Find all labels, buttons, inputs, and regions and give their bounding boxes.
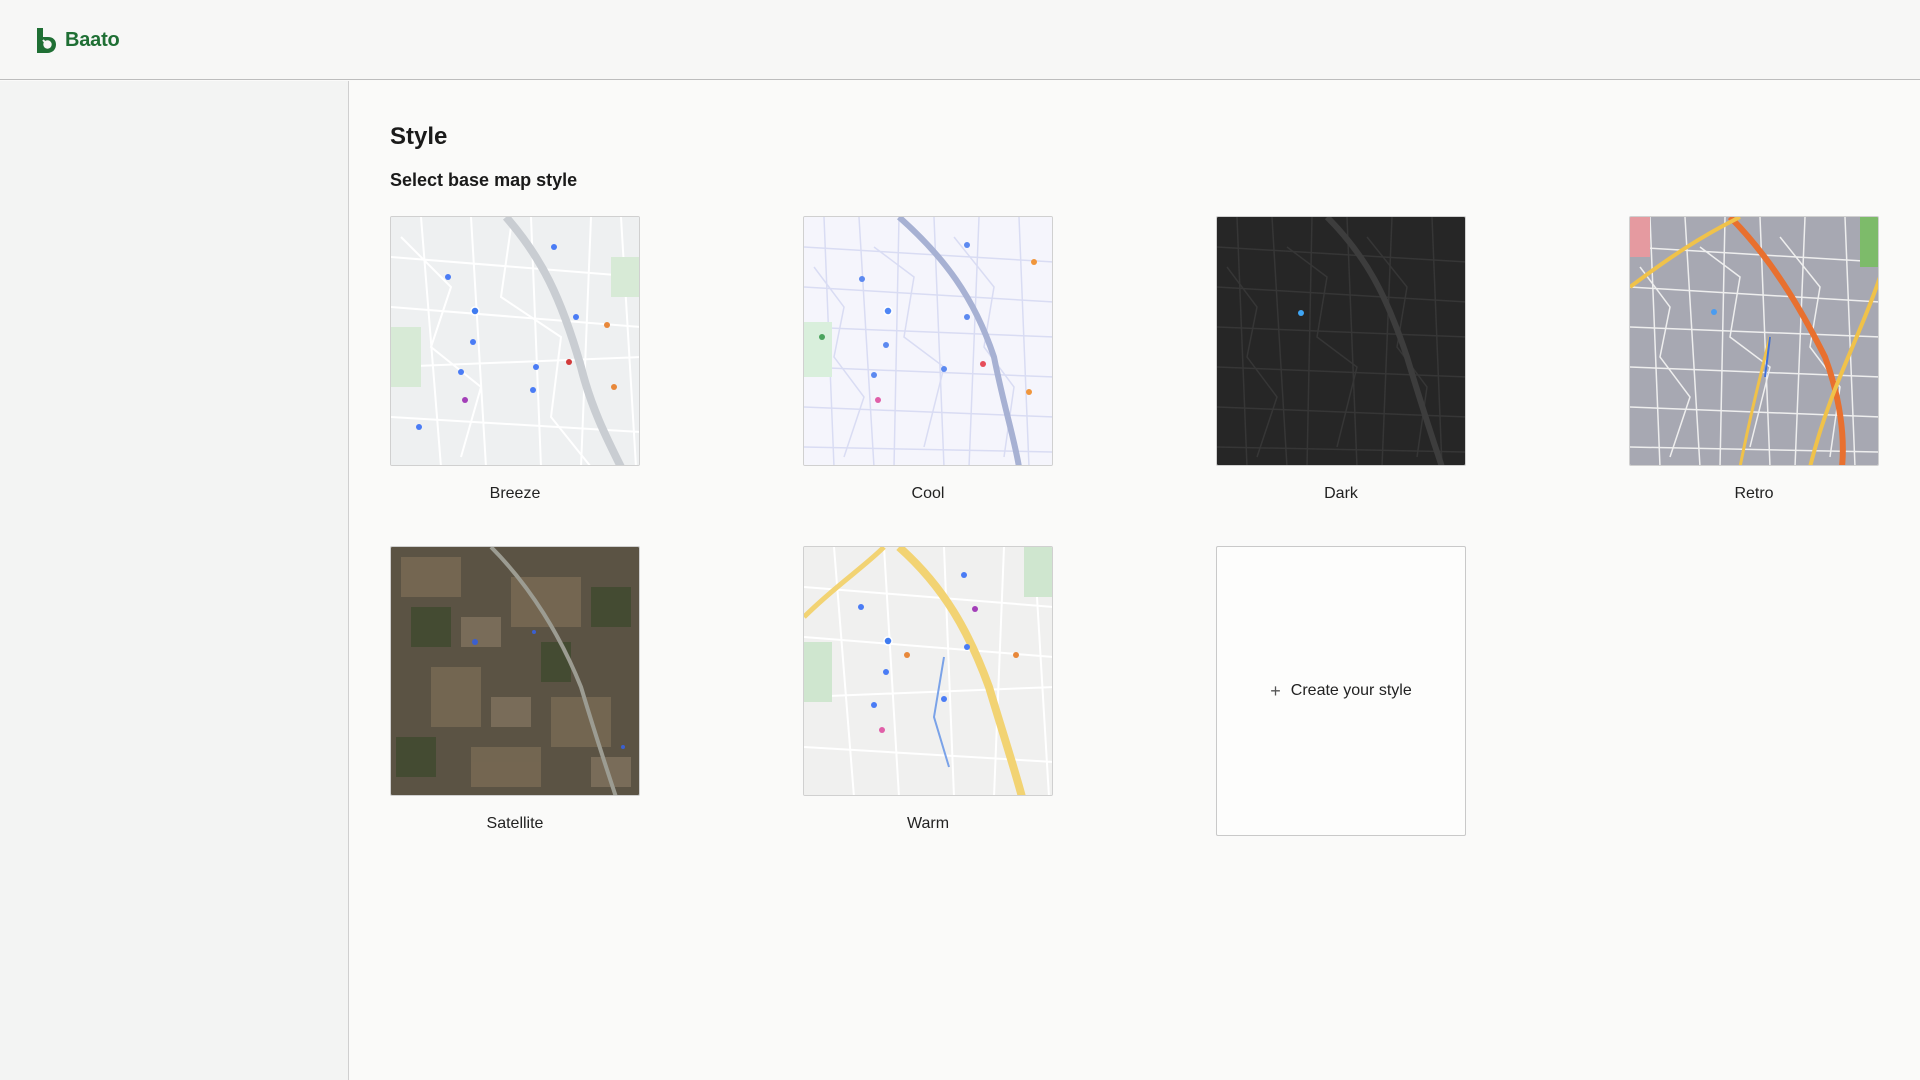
style-card-dark[interactable]: Dark (1216, 216, 1466, 503)
style-thumbnail-warm (803, 546, 1053, 796)
plus-icon: + (1270, 681, 1281, 701)
top-bar: Baato (0, 0, 1920, 80)
style-thumbnail-satellite (390, 546, 640, 796)
style-thumbnail-cool (803, 216, 1053, 466)
style-label-breeze: Breeze (489, 485, 541, 502)
style-card-satellite[interactable]: Satellite (390, 546, 640, 833)
style-card-cool[interactable]: Cool (803, 216, 1053, 503)
style-card-retro[interactable]: Retro (1629, 216, 1879, 503)
page-title: Style (390, 123, 448, 150)
style-label-cool: Cool (911, 485, 945, 502)
main-content: Style Select base map style Breeze Cool … (350, 81, 1920, 1080)
brand-logo[interactable]: Baato (35, 26, 120, 54)
style-card-warm[interactable]: Warm (803, 546, 1053, 833)
sidebar (0, 81, 349, 1080)
style-label-retro: Retro (1734, 485, 1774, 502)
style-thumbnail-dark (1216, 216, 1466, 466)
section-title: Select base map style (390, 170, 578, 190)
style-thumbnail-retro (1629, 216, 1879, 466)
baato-logo-icon (37, 27, 56, 53)
create-style-label: Create your style (1290, 682, 1412, 699)
style-thumbnail-breeze (390, 216, 640, 466)
brand-name: Baato (65, 28, 120, 51)
style-label-warm: Warm (906, 815, 950, 832)
style-label-dark: Dark (1324, 485, 1358, 502)
style-label-satellite: Satellite (486, 815, 544, 832)
create-style-button[interactable]: + Create your style (1216, 546, 1466, 836)
style-card-breeze[interactable]: Breeze (390, 216, 640, 503)
